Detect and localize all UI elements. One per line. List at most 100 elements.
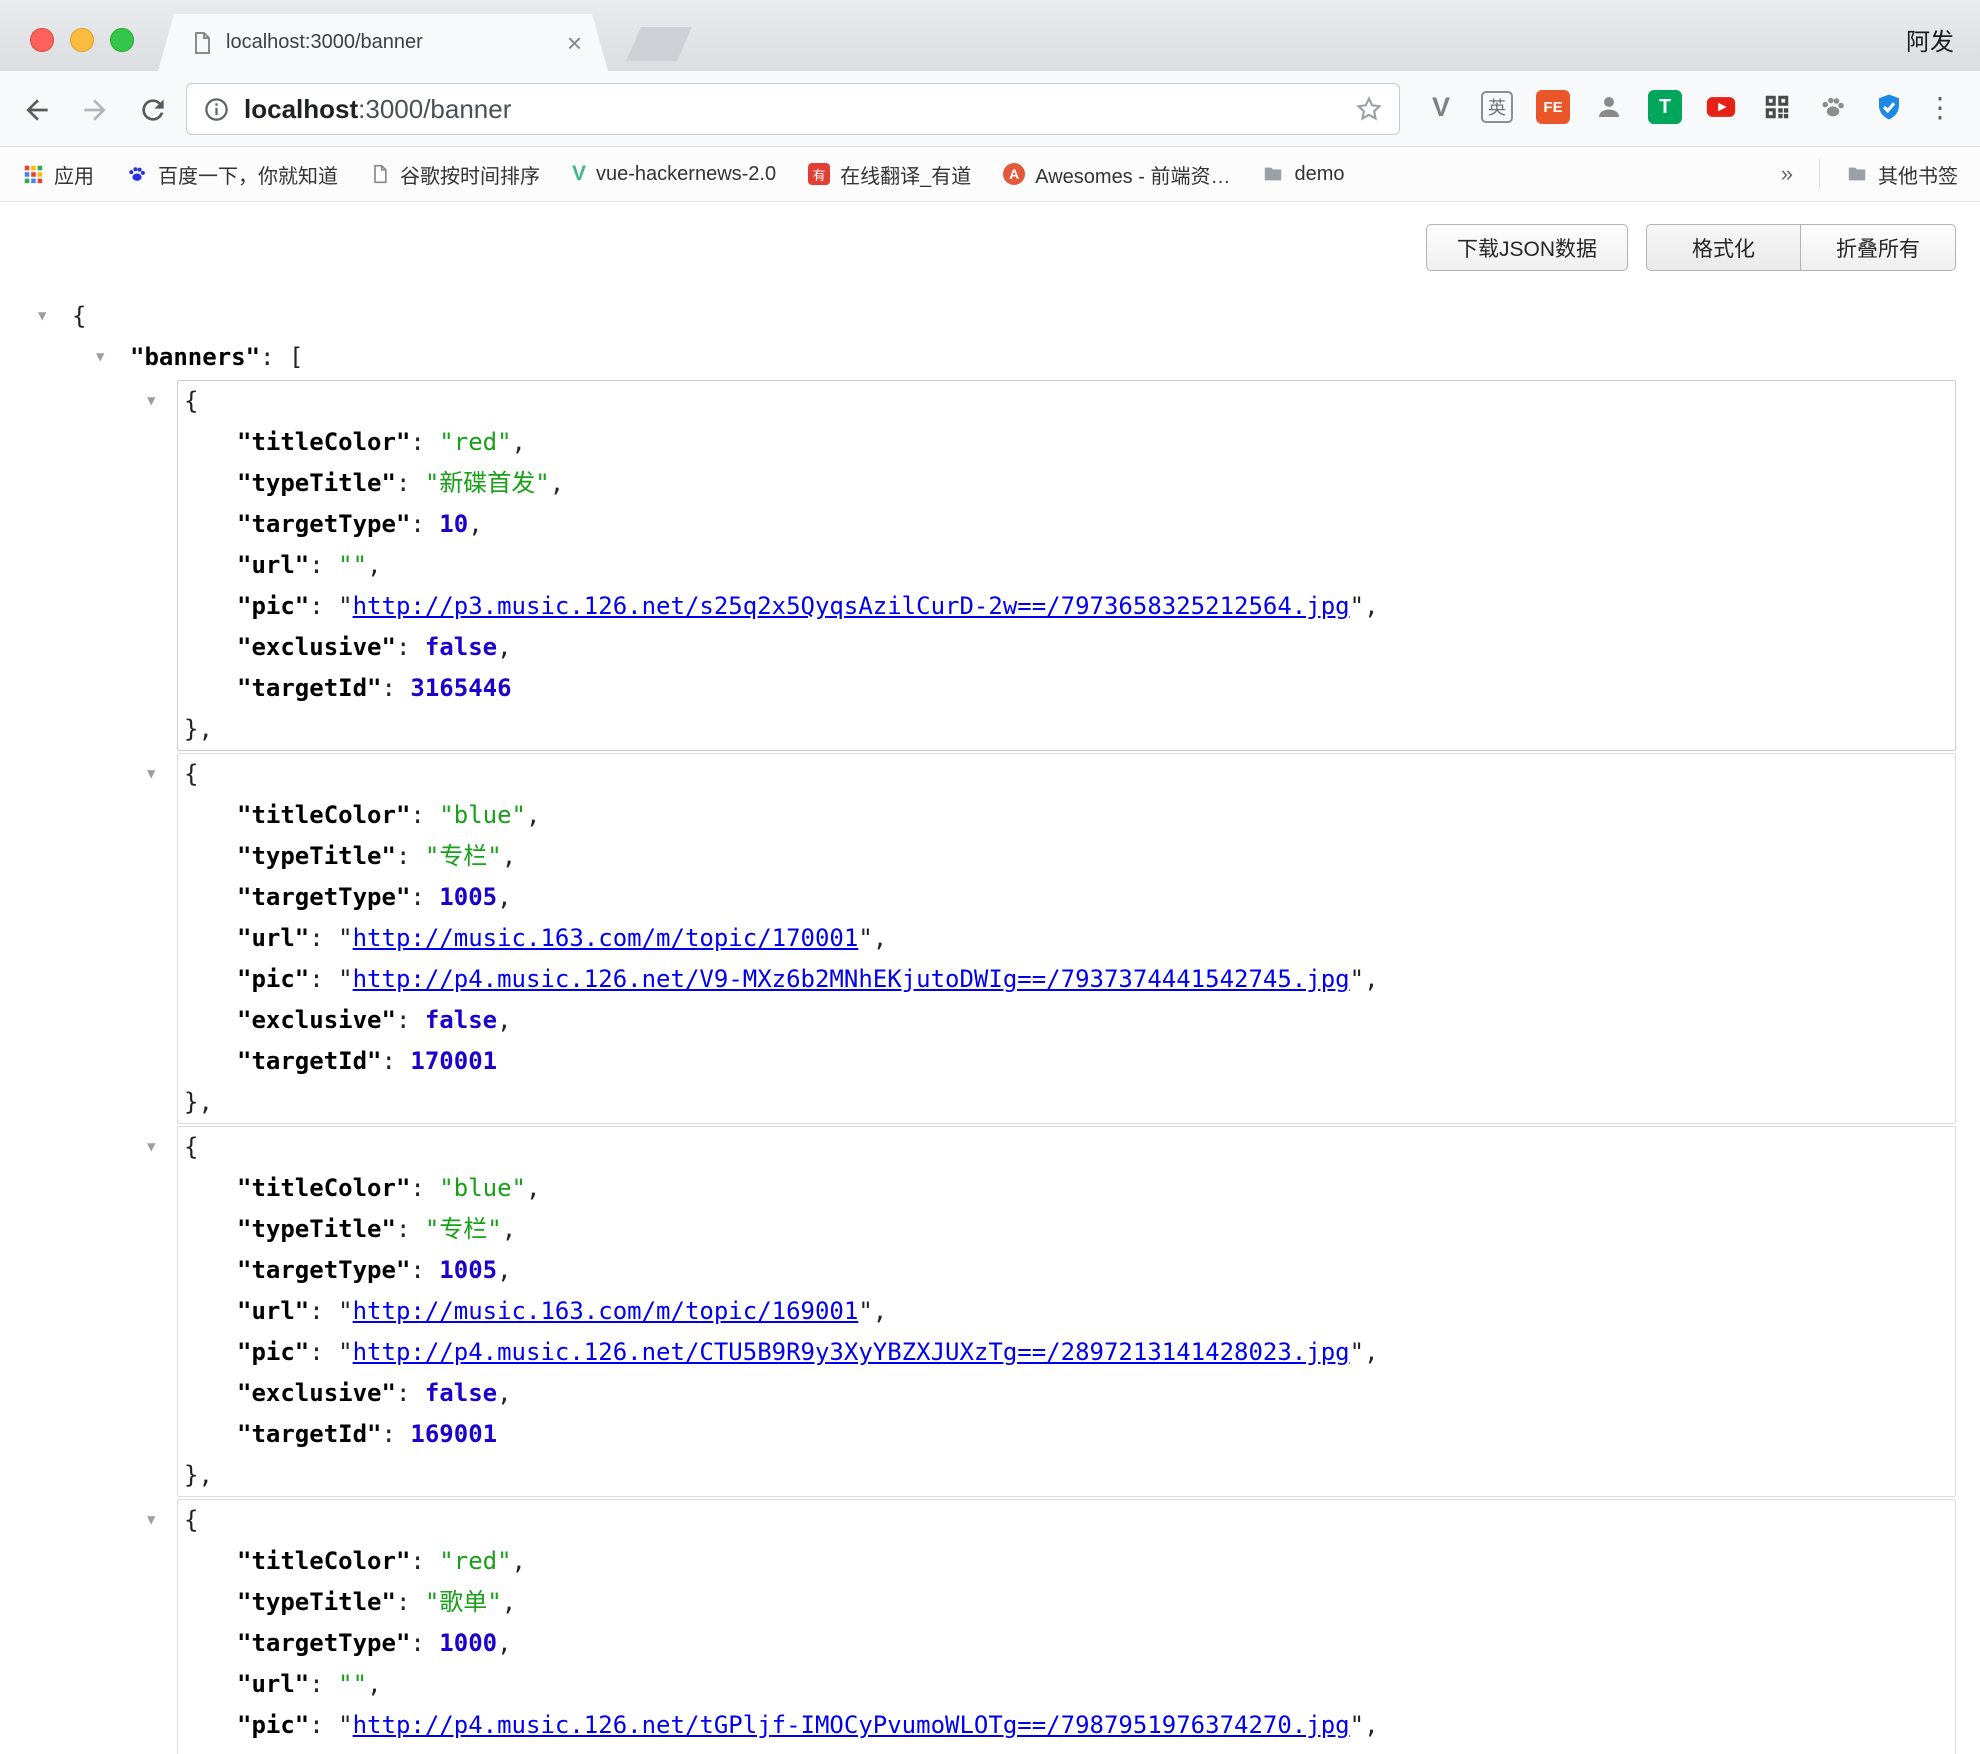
json-number-value: 1005	[439, 1256, 497, 1284]
browser-menu-icon[interactable]: ⋮	[1922, 89, 1958, 125]
json-token: :	[309, 551, 338, 579]
json-token: "	[338, 592, 352, 620]
browser-window: localhost:3000/banner × 阿发 localhost:300…	[0, 0, 1980, 1754]
json-token: ,	[873, 1297, 887, 1325]
qrcode-extension-icon[interactable]	[1758, 88, 1796, 126]
bookmarks-bar: 应用 百度一下，你就知道 谷歌按时间排序 V vue-hackernews-2.…	[0, 147, 1980, 202]
collapse-toggle-icon[interactable]: ▼	[147, 1500, 155, 1541]
json-token: :	[410, 510, 439, 538]
translate-extension-icon[interactable]: 英	[1478, 88, 1516, 126]
collapse-all-button[interactable]: 折叠所有	[1801, 224, 1956, 271]
collapse-toggle-icon[interactable]: ▼	[38, 296, 46, 337]
json-token: },	[184, 1461, 213, 1489]
bookmark-label: 谷歌按时间排序	[400, 160, 540, 189]
json-token: : [	[260, 343, 303, 371]
collapse-toggle-icon[interactable]: ▼	[96, 337, 104, 378]
json-line: "exclusive": false,	[178, 1000, 1955, 1041]
page-info-icon[interactable]	[203, 96, 230, 123]
json-token: :	[410, 1547, 439, 1575]
json-line: "targetId": 170001	[178, 1041, 1955, 1082]
collapse-toggle-icon[interactable]: ▼	[147, 1127, 155, 1168]
json-tree: ▼{▼"banners": [▼{"titleColor": "red","ty…	[0, 296, 1980, 1754]
json-line: "typeTitle": "专栏",	[178, 836, 1955, 877]
json-url-link[interactable]: http://music.163.com/m/topic/170001	[353, 924, 859, 952]
json-url-link[interactable]: http://p4.music.126.net/tGPljf-IMOCyPvum…	[353, 1711, 1350, 1739]
url-path: :3000/banner	[358, 94, 511, 124]
json-token: "	[858, 924, 872, 952]
bookmark-youdao-translate[interactable]: 有 在线翻译_有道	[808, 160, 971, 189]
paw-extension-icon[interactable]	[1814, 88, 1852, 126]
collapse-toggle-icon[interactable]: ▼	[147, 381, 155, 422]
json-token: ,	[1364, 965, 1378, 993]
json-line: "exclusive": false	[178, 1746, 1955, 1754]
back-button[interactable]	[18, 91, 56, 129]
json-string-value: "专栏"	[425, 842, 502, 870]
json-line: },	[178, 1455, 1955, 1496]
json-string-value: "blue"	[439, 1174, 526, 1202]
vimium-extension-icon[interactable]: V	[1422, 88, 1460, 126]
new-tab-button[interactable]	[626, 27, 692, 61]
address-bar[interactable]: localhost:3000/banner	[186, 83, 1400, 135]
json-token: :	[309, 924, 338, 952]
json-key: "typeTitle"	[237, 842, 396, 870]
tampermonkey-extension-icon[interactable]: T	[1646, 88, 1684, 126]
json-key: "titleColor"	[237, 1547, 410, 1575]
json-line: "typeTitle": "新碟首发",	[178, 463, 1955, 504]
json-token: :	[396, 1006, 425, 1034]
security-shield-extension-icon[interactable]	[1870, 88, 1908, 126]
reload-button[interactable]	[134, 91, 172, 129]
format-button[interactable]: 格式化	[1646, 224, 1801, 271]
apps-grid-icon	[22, 163, 44, 185]
minimize-window-button[interactable]	[70, 28, 94, 52]
json-string-value: "歌单"	[425, 1588, 502, 1616]
download-json-button[interactable]: 下载JSON数据	[1426, 224, 1628, 271]
bookmark-google-sort[interactable]: 谷歌按时间排序	[370, 160, 540, 189]
account-extension-icon[interactable]	[1590, 88, 1628, 126]
json-line: "typeTitle": "歌单",	[178, 1582, 1955, 1623]
json-url-link[interactable]: http://p4.music.126.net/CTU5B9R9y3XyYBZX…	[353, 1338, 1350, 1366]
json-key: "typeTitle"	[237, 1588, 396, 1616]
bookmark-vue-hackernews[interactable]: V vue-hackernews-2.0	[572, 162, 776, 186]
json-token: {	[184, 1506, 198, 1534]
tab-close-icon[interactable]: ×	[567, 30, 582, 56]
json-token: ,	[497, 1256, 511, 1284]
collapse-toggle-icon[interactable]: ▼	[147, 754, 155, 795]
bookmark-label: Awesomes - 前端资…	[1035, 160, 1230, 189]
json-line: "titleColor": "red",	[178, 422, 1955, 463]
bookmark-star-icon[interactable]	[1355, 95, 1383, 123]
json-line: "url": "",	[178, 1664, 1955, 1705]
json-key: "banners"	[130, 343, 260, 371]
json-key: "pic"	[237, 592, 309, 620]
json-line: "titleColor": "red",	[178, 1541, 1955, 1582]
other-bookmarks-folder[interactable]: 其他书签	[1846, 160, 1958, 189]
json-key: "targetId"	[237, 1420, 382, 1448]
close-window-button[interactable]	[30, 28, 54, 52]
json-url-link[interactable]: http://p4.music.126.net/V9-MXz6b2MNhEKju…	[353, 965, 1350, 993]
json-string-value: "blue"	[439, 801, 526, 829]
awesomes-icon: A	[1003, 163, 1025, 185]
fullscreen-window-button[interactable]	[110, 28, 134, 52]
browser-tab[interactable]: localhost:3000/banner ×	[158, 14, 608, 71]
json-url-link[interactable]: http://music.163.com/m/topic/169001	[353, 1297, 859, 1325]
json-line: "exclusive": false,	[178, 1373, 1955, 1414]
bookmark-awesomes[interactable]: A Awesomes - 前端资…	[1003, 160, 1230, 189]
browser-toolbar: localhost:3000/banner V 英 FE T	[0, 71, 1980, 147]
json-token: "	[1350, 965, 1364, 993]
json-string-value: ""	[338, 551, 367, 579]
fehelper-extension-icon[interactable]: FE	[1534, 88, 1572, 126]
json-token: "	[338, 1338, 352, 1366]
json-string-value: ""	[338, 1670, 367, 1698]
bookmark-folder-demo[interactable]: demo	[1262, 163, 1344, 186]
baidu-paw-icon	[126, 163, 148, 185]
bookmark-label: demo	[1294, 163, 1344, 186]
bookmark-apps[interactable]: 应用	[22, 160, 94, 189]
bookmark-label: 其他书签	[1878, 160, 1958, 189]
json-token: {	[184, 760, 198, 788]
youtube-extension-icon[interactable]	[1702, 88, 1740, 126]
json-line: "pic": "http://p3.music.126.net/s25q2x5Q…	[178, 586, 1955, 627]
bookmark-baidu[interactable]: 百度一下，你就知道	[126, 160, 338, 189]
bookmarks-overflow-chevron[interactable]: »	[1781, 161, 1793, 187]
json-url-link[interactable]: http://p3.music.126.net/s25q2x5QyqsAzilC…	[353, 592, 1350, 620]
json-boolean-value: false	[425, 1006, 497, 1034]
forward-button[interactable]	[76, 91, 114, 129]
